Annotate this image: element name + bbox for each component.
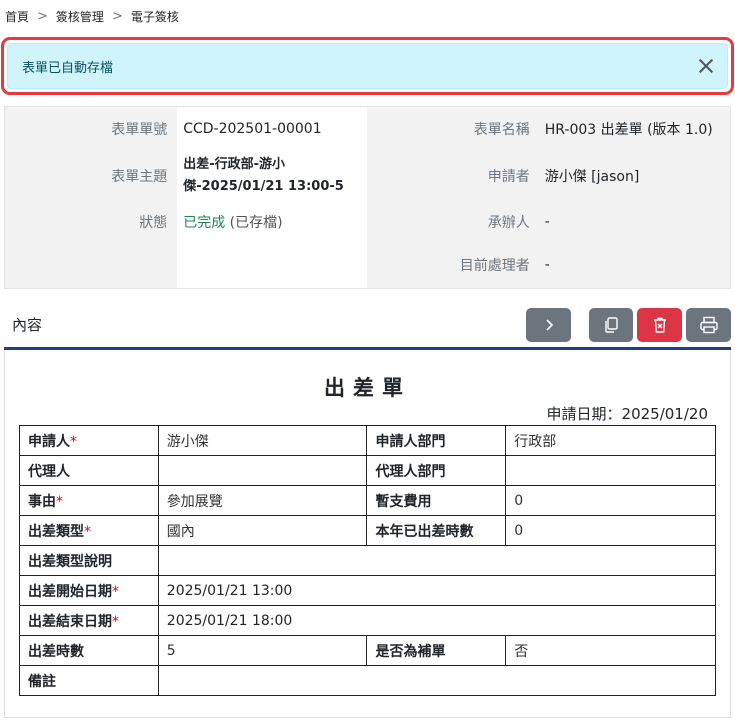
hours-field-value: 5 (157, 635, 368, 666)
reason-field-label: 事由* (19, 485, 159, 516)
empty-label (4, 242, 178, 289)
table-row: 代理人 代理人部門 (19, 455, 716, 486)
type-field-label: 出差類型* (19, 515, 159, 546)
hours-field-label: 出差時數 (19, 635, 159, 666)
supplement-field-value: 否 (505, 635, 716, 666)
status-label: 狀態 (4, 200, 178, 243)
form-info-table: 表單單號 CCD-202501-00001 表單名稱 HR-003 出差單 (版… (4, 106, 731, 289)
chevron-right-icon: > (37, 9, 48, 24)
table-row: 申請人* 游小傑 申請人部門 行政部 (19, 425, 716, 456)
copy-button[interactable] (589, 308, 633, 342)
status-value: 已完成 (已存檔) (177, 200, 368, 243)
dept-field-value: 行政部 (505, 425, 716, 456)
trash-icon (653, 317, 666, 333)
processor-value: - (539, 242, 731, 289)
printer-icon (699, 316, 718, 334)
table-row: 事由* 參加展覽 暫支費用 0 (19, 485, 716, 516)
status-extra: (已存檔) (229, 214, 283, 231)
close-icon[interactable] (697, 57, 715, 75)
year-hours-field-value: 0 (505, 515, 716, 546)
processor-label: 目前處理者 (367, 242, 540, 289)
end-field-value: 2025/01/21 18:00 (157, 605, 717, 636)
subject-line-1: 出差-行政部-游小 (183, 156, 285, 172)
table-row: 出差類型* 國內 本年已出差時數 0 (19, 515, 716, 546)
subject-value: 出差-行政部-游小 傑-2025/01/21 13:00-5 (177, 150, 368, 201)
delete-button[interactable] (637, 308, 682, 342)
form-name-value: HR-003 出差單 (版本 1.0) (539, 106, 731, 151)
subject-label: 表單主題 (4, 150, 178, 201)
applicant-field-value: 游小傑 (157, 425, 368, 456)
agent-field-value (157, 455, 368, 486)
table-row: 備註 (19, 665, 717, 696)
type-desc-field-label: 出差類型說明 (19, 545, 159, 576)
reason-field-value: 參加展覽 (157, 485, 368, 516)
status-badge: 已完成 (183, 214, 226, 231)
autosave-alert: 表單已自動存檔 (7, 43, 728, 89)
chevron-right-icon (545, 319, 553, 331)
applicant-label: 申請者 (367, 150, 540, 201)
copy-icon (605, 317, 618, 333)
advance-field-label: 暫支費用 (366, 485, 507, 516)
handler-label: 承辦人 (367, 200, 540, 243)
breadcrumb-current: 電子簽核 (130, 10, 179, 24)
table-row: 出差結束日期* 2025/01/21 18:00 (19, 605, 717, 636)
end-field-label: 出差結束日期* (19, 605, 159, 636)
breadcrumb-signoff-management[interactable]: 簽核管理 (56, 8, 104, 25)
note-field-value (157, 665, 717, 696)
alert-highlight: 表單已自動存檔 (1, 37, 734, 95)
dept-field-label: 申請人部門 (366, 425, 507, 456)
print-button[interactable] (686, 308, 731, 342)
applicant-field-label: 申請人* (19, 425, 159, 456)
table-row: 出差時數 5 是否為補單 否 (19, 635, 716, 666)
start-field-value: 2025/01/21 13:00 (157, 575, 717, 606)
advance-field-value: 0 (505, 485, 716, 516)
agent-dept-field-value (505, 455, 716, 486)
start-field-label: 出差開始日期* (19, 575, 159, 606)
form-no-label: 表單單號 (4, 106, 178, 151)
note-field-label: 備註 (19, 665, 159, 696)
supplement-field-label: 是否為補單 (366, 635, 507, 666)
travel-form-table: 申請人* 游小傑 申請人部門 行政部 代理人 代理人部門 事由* 參加展覽 暫支… (19, 425, 717, 696)
type-field-value: 國內 (157, 515, 368, 546)
chevron-right-icon: > (111, 9, 123, 24)
agent-dept-field-label: 代理人部門 (366, 455, 507, 486)
breadcrumb: 首頁 > 簽核管理 > 電子簽核 (5, 8, 179, 25)
handler-value: - (539, 200, 731, 243)
applicant-value: 游小傑 [jason] (539, 150, 731, 201)
year-hours-field-label: 本年已出差時數 (366, 515, 507, 546)
subject-line-2: 傑-2025/01/21 13:00-5 (183, 178, 344, 194)
type-desc-field-value (157, 545, 717, 576)
empty-value (177, 242, 368, 289)
document-title: 出差單 (324, 376, 411, 400)
agent-field-label: 代理人 (19, 455, 159, 486)
apply-date: 申請日期：2025/01/20 (546, 405, 708, 423)
content-section-title: 內容 (12, 316, 43, 334)
alert-text: 表單已自動存檔 (22, 60, 114, 76)
table-row: 出差類型說明 (19, 545, 717, 576)
next-button[interactable] (526, 308, 571, 342)
form-no-value: CCD-202501-00001 (177, 106, 368, 151)
form-name-label: 表單名稱 (367, 106, 540, 151)
breadcrumb-home[interactable]: 首頁 (5, 8, 29, 25)
table-row: 出差開始日期* 2025/01/21 13:00 (19, 575, 717, 606)
